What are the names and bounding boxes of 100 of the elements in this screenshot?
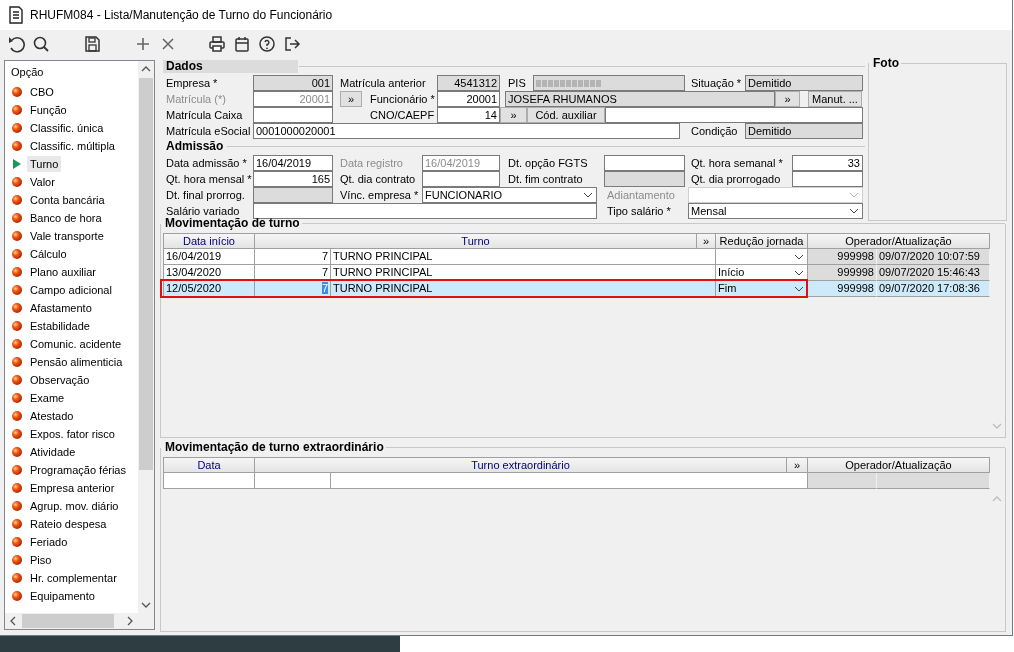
ball-icon: [11, 320, 23, 332]
ball-icon: [11, 122, 23, 134]
input-field[interactable]: Demitido: [745, 75, 863, 91]
input-field[interactable]: [253, 107, 333, 123]
dropdown[interactable]: FUNCIONARIO: [422, 187, 597, 203]
input-field[interactable]: [604, 155, 685, 171]
ball-icon: [11, 446, 23, 458]
sidebar-item[interactable]: Campo adicional: [27, 282, 115, 298]
input-field[interactable]: [605, 107, 863, 123]
input-field[interactable]: [604, 171, 685, 187]
print-icon: [207, 34, 226, 53]
ball-icon: [11, 284, 23, 296]
field-label: Qt. hora mensal *: [165, 172, 253, 187]
ball-icon: [11, 590, 23, 602]
input-field[interactable]: 16/04/2019: [253, 155, 333, 171]
dropdown[interactable]: Mensal: [688, 203, 863, 219]
sidebar-item[interactable]: Plano auxiliar: [27, 264, 100, 280]
input-field[interactable]: [253, 187, 333, 203]
ball-icon: [11, 140, 23, 152]
button[interactable]: »: [775, 91, 800, 107]
ball-icon: [11, 428, 23, 440]
sidebar-item[interactable]: Estabilidade: [27, 318, 93, 334]
grid-title: Movimentação de turno extraordinário: [164, 441, 385, 454]
field-label: Data registro: [339, 156, 404, 171]
sidebar-item[interactable]: Vale transporte: [27, 228, 107, 244]
field-label: Vínc. empresa *: [339, 188, 420, 203]
input-field[interactable]: 0001000020001: [253, 123, 680, 139]
sidebar-item[interactable]: Empresa anterior: [27, 480, 118, 496]
input-field[interactable]: Demitido: [745, 123, 863, 139]
sidebar-item[interactable]: Atestado: [27, 408, 77, 424]
sidebar-item[interactable]: Atividade: [27, 444, 79, 460]
field-label: Matrícula eSocial: [165, 124, 252, 139]
input-field[interactable]: [422, 171, 500, 187]
input-field[interactable]: JOSEFA RHUMANOS: [505, 91, 775, 107]
sidebar-item[interactable]: Programação férias: [27, 462, 129, 478]
ball-icon: [11, 104, 23, 116]
field-label: CNO/CAEPF: [369, 108, 436, 123]
dropdown-cell[interactable]: Fim: [716, 281, 808, 297]
column-header[interactable]: Operador/Atualização: [808, 457, 990, 473]
sidebar-item[interactable]: Valor: [27, 174, 58, 190]
column-header[interactable]: »: [787, 457, 808, 473]
sidebar-item[interactable]: Equipamento: [27, 588, 98, 604]
sidebar-item[interactable]: CBO: [27, 84, 57, 100]
column-header[interactable]: »: [697, 233, 716, 249]
column-header[interactable]: Turno extraordinário: [255, 457, 787, 473]
scrollbar-thumb[interactable]: [22, 614, 114, 628]
sidebar-item[interactable]: Classific. múltipla: [27, 138, 118, 154]
ball-icon: [11, 464, 23, 476]
column-header[interactable]: Operador/Atualização: [808, 233, 990, 249]
scroll-up-icon: [141, 65, 151, 73]
sidebar-item[interactable]: Turno: [27, 156, 62, 172]
field-label: Tipo salário *: [606, 204, 672, 219]
sidebar-item[interactable]: Expos. fator risco: [27, 426, 118, 442]
table-cell: 09/07/2020 10:07:59: [877, 249, 990, 265]
ball-icon: [11, 86, 23, 98]
ball-icon: [11, 176, 23, 188]
sidebar-item[interactable]: Exame: [27, 390, 68, 406]
sidebar-item[interactable]: Afastamento: [27, 300, 95, 316]
field-label: Matrícula anterior: [339, 76, 427, 91]
input-field[interactable]: 4541312: [437, 75, 500, 91]
sidebar-item[interactable]: Conta bancária: [27, 192, 108, 208]
input-field[interactable]: [253, 203, 597, 219]
vertical-scrollbar[interactable]: [138, 61, 154, 613]
column-header[interactable]: Turno: [255, 233, 697, 249]
sidebar-item[interactable]: Hr. complementar: [27, 570, 120, 586]
column-header[interactable]: Redução jornada: [716, 233, 808, 249]
ball-icon: [11, 248, 23, 260]
sidebar-item[interactable]: Classific. única: [27, 120, 107, 136]
scrollbar-thumb[interactable]: [139, 78, 153, 470]
sidebar-item[interactable]: Função: [27, 102, 70, 118]
sidebar-item[interactable]: Rateio despesa: [27, 516, 110, 532]
button[interactable]: »: [340, 91, 362, 107]
field-label: PIS: [507, 76, 527, 91]
window-title: RHUFM084 - Lista/Manutenção de Turno do Funcionário: [30, 8, 333, 22]
sidebar-item[interactable]: Cálculo: [27, 246, 70, 262]
sidebar-item[interactable]: Comunic. acidente: [27, 336, 125, 352]
table-cell: TURNO PRINCIPAL: [331, 249, 716, 265]
field-label: Dt. fim contrato: [507, 172, 584, 187]
button[interactable]: Cód. auxiliar: [527, 107, 605, 123]
sidebar-item[interactable]: Piso: [27, 552, 55, 568]
dropdown-cell[interactable]: [716, 249, 808, 265]
field-label: Data admissão *: [165, 156, 248, 171]
sidebar-item[interactable]: Feriado: [27, 534, 71, 550]
button[interactable]: »: [500, 107, 527, 123]
input-field[interactable]: 001: [253, 75, 333, 91]
input-field[interactable]: 165: [253, 171, 333, 187]
sidebar-item[interactable]: Pensão alimenticia: [27, 354, 126, 370]
sidebar-item[interactable]: Observação: [27, 372, 93, 388]
sidebar-item[interactable]: Banco de hora: [27, 210, 105, 226]
input-field[interactable]: 20001: [437, 91, 500, 107]
button[interactable]: Manut. ...: [808, 91, 862, 107]
input-field[interactable]: 33: [792, 155, 863, 171]
horizontal-scrollbar[interactable]: [5, 613, 138, 629]
sidebar-item[interactable]: Agrup. mov. diário: [27, 498, 122, 514]
input-field[interactable]: [533, 75, 685, 91]
column-header[interactable]: Data: [163, 457, 255, 473]
input-field[interactable]: 14: [437, 107, 500, 123]
field-label: Condição: [690, 124, 739, 139]
input-field[interactable]: [792, 171, 863, 187]
column-header[interactable]: Data início: [163, 233, 255, 249]
